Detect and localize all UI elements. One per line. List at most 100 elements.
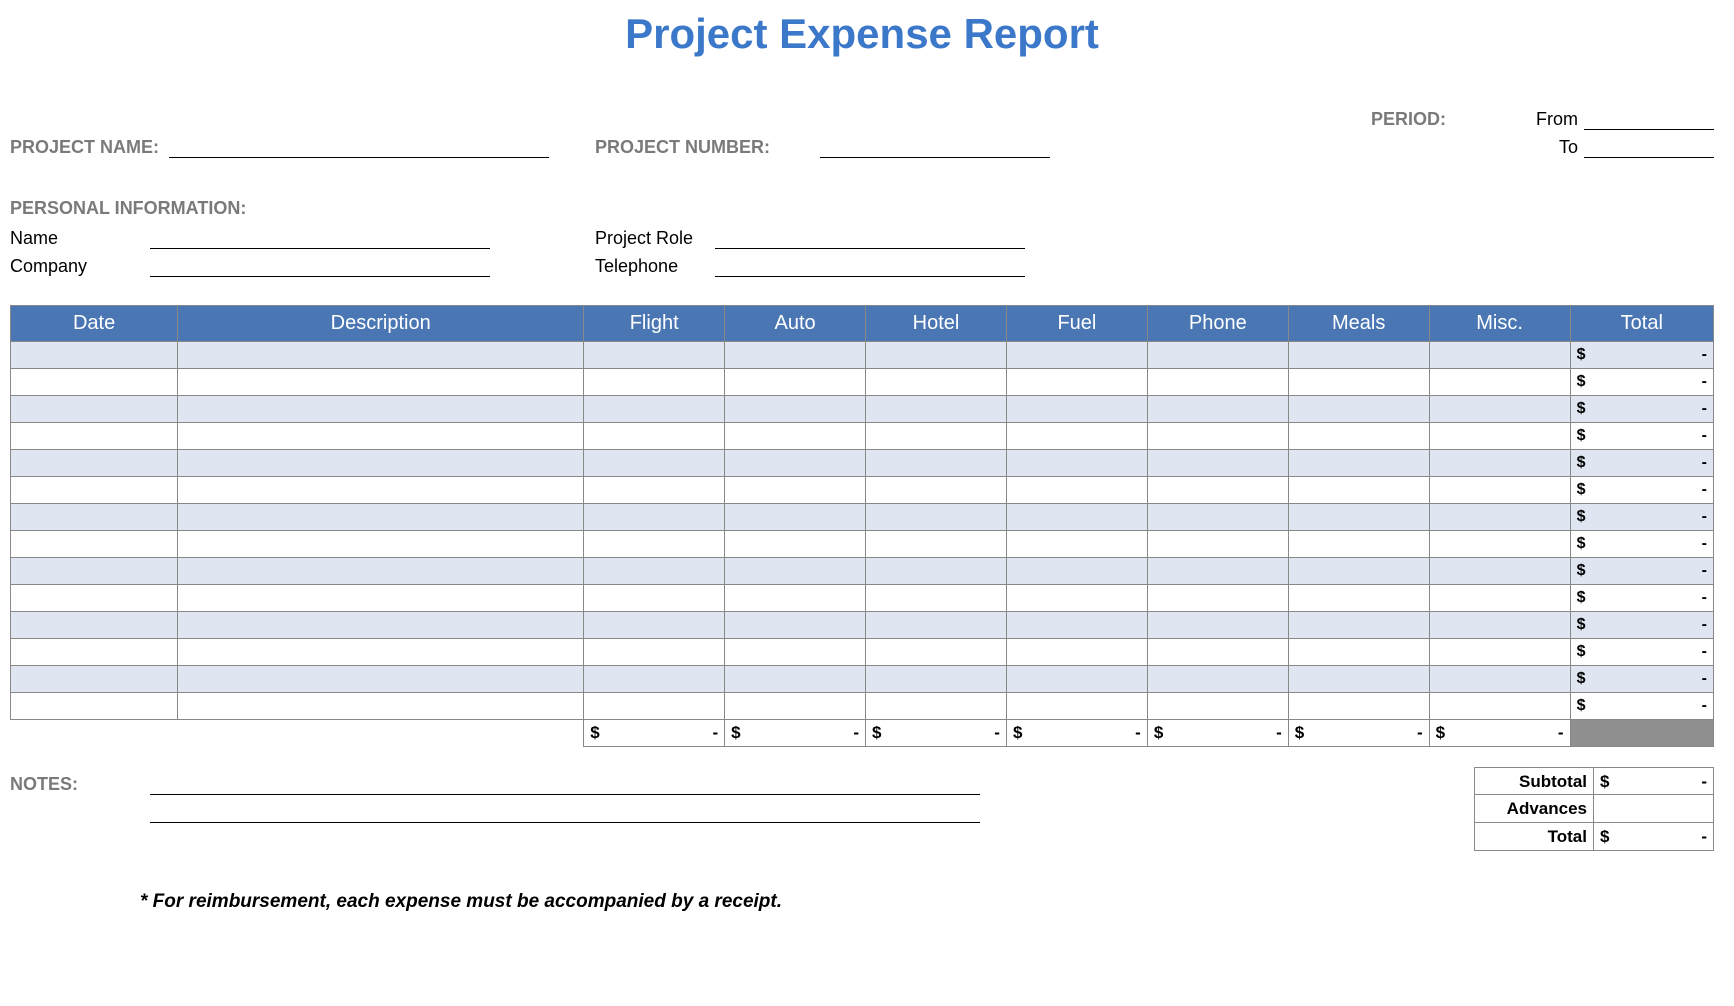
expense-cell[interactable] — [866, 558, 1007, 585]
notes-field-2[interactable] — [150, 801, 980, 823]
expense-cell[interactable] — [1429, 396, 1570, 423]
expense-cell[interactable] — [584, 477, 725, 504]
expense-cell[interactable] — [584, 369, 725, 396]
expense-cell[interactable] — [1288, 693, 1429, 720]
expense-cell[interactable] — [1288, 639, 1429, 666]
expense-cell[interactable] — [866, 369, 1007, 396]
expense-cell[interactable] — [1006, 612, 1147, 639]
expense-cell[interactable] — [1147, 666, 1288, 693]
expense-cell[interactable] — [1288, 342, 1429, 369]
expense-cell[interactable] — [178, 423, 584, 450]
expense-cell[interactable] — [178, 477, 584, 504]
expense-cell[interactable] — [1147, 369, 1288, 396]
expense-cell[interactable] — [11, 396, 178, 423]
expense-cell[interactable] — [584, 558, 725, 585]
expense-cell[interactable] — [725, 477, 866, 504]
expense-cell[interactable] — [725, 531, 866, 558]
expense-cell[interactable] — [584, 396, 725, 423]
expense-cell[interactable] — [1147, 477, 1288, 504]
expense-cell[interactable] — [11, 666, 178, 693]
expense-cell[interactable] — [178, 693, 584, 720]
expense-cell[interactable] — [11, 531, 178, 558]
expense-cell[interactable] — [1288, 558, 1429, 585]
expense-cell[interactable] — [866, 396, 1007, 423]
name-field[interactable] — [150, 227, 490, 249]
expense-cell[interactable] — [725, 369, 866, 396]
expense-cell[interactable] — [1006, 450, 1147, 477]
expense-cell[interactable] — [584, 342, 725, 369]
expense-cell[interactable] — [1429, 369, 1570, 396]
expense-cell[interactable] — [1429, 585, 1570, 612]
expense-cell[interactable] — [1006, 342, 1147, 369]
expense-cell[interactable] — [1147, 531, 1288, 558]
expense-cell[interactable] — [1147, 396, 1288, 423]
expense-cell[interactable] — [1006, 423, 1147, 450]
expense-cell[interactable] — [178, 396, 584, 423]
expense-cell[interactable] — [11, 504, 178, 531]
expense-cell[interactable] — [1006, 396, 1147, 423]
expense-cell[interactable] — [584, 450, 725, 477]
expense-cell[interactable] — [1006, 369, 1147, 396]
expense-cell[interactable] — [1429, 504, 1570, 531]
expense-cell[interactable] — [866, 504, 1007, 531]
advances-value[interactable] — [1594, 795, 1713, 822]
expense-cell[interactable] — [1147, 450, 1288, 477]
expense-cell[interactable] — [584, 639, 725, 666]
expense-cell[interactable] — [1429, 693, 1570, 720]
expense-cell[interactable] — [1147, 612, 1288, 639]
expense-cell[interactable] — [725, 396, 866, 423]
notes-field-1[interactable] — [150, 773, 980, 795]
expense-cell[interactable] — [1006, 558, 1147, 585]
expense-cell[interactable] — [1147, 504, 1288, 531]
expense-cell[interactable] — [866, 585, 1007, 612]
expense-cell[interactable] — [1429, 450, 1570, 477]
expense-cell[interactable] — [866, 639, 1007, 666]
expense-cell[interactable] — [725, 666, 866, 693]
expense-cell[interactable] — [866, 450, 1007, 477]
expense-cell[interactable] — [1429, 639, 1570, 666]
expense-cell[interactable] — [178, 558, 584, 585]
expense-cell[interactable] — [1288, 585, 1429, 612]
expense-cell[interactable] — [1006, 531, 1147, 558]
expense-cell[interactable] — [11, 477, 178, 504]
expense-cell[interactable] — [725, 450, 866, 477]
expense-cell[interactable] — [178, 585, 584, 612]
project-number-field[interactable] — [820, 136, 1050, 158]
expense-cell[interactable] — [1147, 423, 1288, 450]
expense-cell[interactable] — [1288, 666, 1429, 693]
expense-cell[interactable] — [178, 504, 584, 531]
expense-cell[interactable] — [178, 612, 584, 639]
expense-cell[interactable] — [725, 639, 866, 666]
expense-cell[interactable] — [11, 423, 178, 450]
expense-cell[interactable] — [1288, 504, 1429, 531]
expense-cell[interactable] — [11, 639, 178, 666]
expense-cell[interactable] — [1288, 423, 1429, 450]
expense-cell[interactable] — [178, 342, 584, 369]
expense-cell[interactable] — [11, 612, 178, 639]
telephone-field[interactable] — [715, 255, 1025, 277]
expense-cell[interactable] — [1429, 558, 1570, 585]
expense-cell[interactable] — [584, 612, 725, 639]
expense-cell[interactable] — [178, 369, 584, 396]
project-name-field[interactable] — [169, 136, 549, 158]
expense-cell[interactable] — [178, 531, 584, 558]
expense-cell[interactable] — [1147, 693, 1288, 720]
expense-cell[interactable] — [584, 693, 725, 720]
expense-cell[interactable] — [584, 504, 725, 531]
expense-cell[interactable] — [1429, 531, 1570, 558]
expense-cell[interactable] — [11, 342, 178, 369]
expense-cell[interactable] — [1006, 477, 1147, 504]
expense-cell[interactable] — [725, 693, 866, 720]
expense-cell[interactable] — [866, 342, 1007, 369]
expense-cell[interactable] — [1147, 585, 1288, 612]
expense-cell[interactable] — [1429, 477, 1570, 504]
expense-cell[interactable] — [584, 423, 725, 450]
period-from-field[interactable] — [1584, 108, 1714, 130]
expense-cell[interactable] — [1006, 666, 1147, 693]
expense-cell[interactable] — [866, 693, 1007, 720]
expense-cell[interactable] — [584, 531, 725, 558]
expense-cell[interactable] — [1006, 585, 1147, 612]
expense-cell[interactable] — [11, 693, 178, 720]
expense-cell[interactable] — [1147, 639, 1288, 666]
expense-cell[interactable] — [178, 450, 584, 477]
